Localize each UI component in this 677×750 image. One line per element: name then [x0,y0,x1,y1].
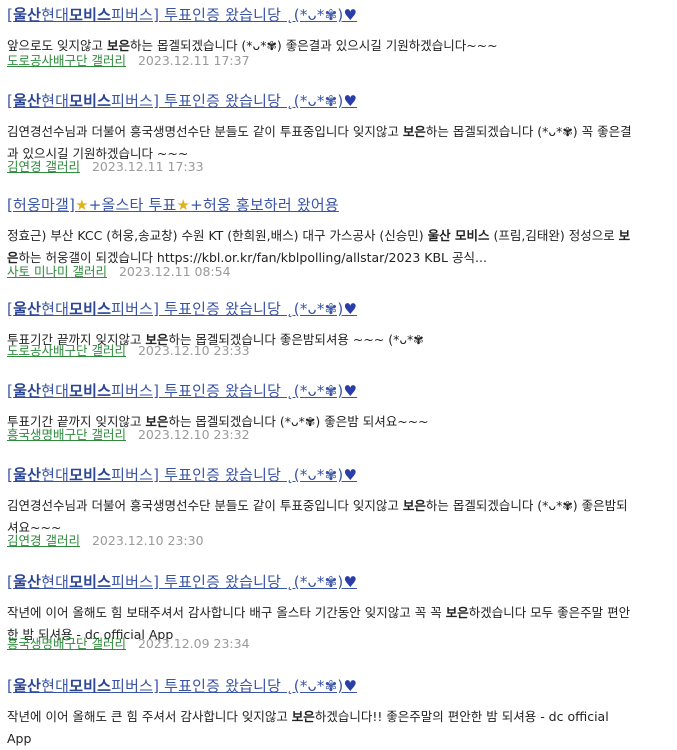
result-title-link[interactable]: [허웅마갤]★+올스타 투표★+허웅 홍보하러 왔어용 [7,194,339,216]
gallery-link[interactable]: 김연경 갤러리 [7,159,80,174]
gallery-link[interactable]: 흥국생명배구단 갤러리 [7,636,126,651]
title-segment: 피버스] 투표인증 왔습니당 [111,300,287,318]
result-title-link[interactable]: [울산현대모비스피버스] 투표인증 왔습니당 ˛(*ᴗ*✾)♥ [7,380,357,402]
title-segment: 현대 [41,466,70,484]
snippet-text: 정효근) 부산 KCC (허웅,송교창) 수원 KT (한희원,배스) 대구 가… [7,228,428,243]
heart-icon: ♥ [343,573,358,591]
post-date: 2023.12.10 23:30 [91,533,204,548]
snippet-text: 작년에 이어 올해도 힘 보태주셔서 감사합니다 배구 올스타 기간동안 잊지않… [7,605,446,620]
title-segment: 울산 [13,382,42,400]
title-segment: 모비스 [69,382,112,400]
title-segment: 울산 [13,6,42,24]
title-segment: 모비스 [69,573,112,591]
result-snippet: 작년에 이어 올해도 큰 힘 주셔서 감사합니다 잊지않고 보은하겠습니다!! … [7,706,635,750]
title-segment: ˛(*ᴗ*✾) [286,573,344,591]
post-date: 2023.12.11 17:37 [137,53,250,68]
title-segment: 현대 [41,92,70,110]
title-segment: 현대 [41,6,70,24]
result-meta: 김연경 갤러리 2023.12.11 17:33 [7,157,204,177]
snippet-keyword: 보은 [402,498,426,513]
title-segment: 모비스 [69,6,112,24]
snippet-text: 김연경선수님과 더불어 흥국생명선수단 분들도 같이 투표중입니다 잊지않고 [7,498,403,513]
title-segment: 피버스] 투표인증 왔습니당 [111,92,287,110]
title-segment: 모비스 [69,677,112,695]
title-segment: 울산 [13,573,42,591]
gallery-link[interactable]: 도로공사배구단 갤러리 [7,53,126,68]
heart-icon: ♥ [343,92,358,110]
title-segment: +허웅 홍보하러 왔어용 [190,196,339,214]
title-segment: 모비스 [69,92,112,110]
gallery-link[interactable]: 김연경 갤러리 [7,533,80,548]
result-title-link[interactable]: [울산현대모비스피버스] 투표인증 왔습니당 ˛(*ᴗ*✾)♥ [7,4,357,26]
title-segment: ˛(*ᴗ*✾) [286,677,344,695]
snippet-keyword: 보은 [291,709,315,724]
heart-icon: ♥ [343,382,358,400]
result-meta: 도로공사배구단 갤러리 2023.12.11 17:37 [7,51,250,71]
snippet-text: 작년에 이어 올해도 큰 힘 주셔서 감사합니다 잊지않고 [7,709,292,724]
title-segment: 피버스] 투표인증 왔습니당 [111,677,287,695]
post-date: 2023.12.10 23:33 [137,343,250,358]
star-icon: ★ [176,196,191,214]
gallery-link[interactable]: 도로공사배구단 갤러리 [7,343,126,358]
result-meta: 사토 미나미 갤러리 2023.12.11 08:54 [7,262,231,282]
title-segment: ˛(*ᴗ*✾) [286,382,344,400]
title-segment: 울산 [13,300,42,318]
gallery-link[interactable]: 흥국생명배구단 갤러리 [7,427,126,442]
snippet-keyword: 울산 모비스 [427,228,490,243]
result-title-link[interactable]: [울산현대모비스피버스] 투표인증 왔습니당 ˛(*ᴗ*✾)♥ [7,571,357,593]
result-meta: 도로공사배구단 갤러리 2023.12.10 23:33 [7,341,250,361]
title-segment: +올스타 투표 [88,196,177,214]
title-segment: 현대 [41,677,70,695]
result-title-link[interactable]: [울산현대모비스피버스] 투표인증 왔습니당 ˛(*ᴗ*✾)♥ [7,464,357,486]
post-date: 2023.12.11 08:54 [118,264,231,279]
result-title-link[interactable]: [울산현대모비스피버스] 투표인증 왔습니당 ˛(*ᴗ*✾)♥ [7,675,357,697]
heart-icon: ♥ [343,677,358,695]
title-segment: 울산 [13,677,42,695]
snippet-text: (프림,김태완) 정성으로 [489,228,619,243]
title-segment: 현대 [41,382,70,400]
title-segment: 울산 [13,466,42,484]
title-segment: ˛(*ᴗ*✾) [286,6,344,24]
title-segment: 현대 [41,300,70,318]
title-segment: ˛(*ᴗ*✾) [286,92,344,110]
title-segment: ˛(*ᴗ*✾) [286,300,344,318]
snippet-text: 김연경선수님과 더불어 흥국생명선수단 분들도 같이 투표중입니다 잊지않고 [7,124,403,139]
title-segment: 현대 [41,573,70,591]
result-meta: 김연경 갤러리 2023.12.10 23:30 [7,531,204,551]
title-segment: [허웅마갤] [7,196,76,214]
result-title-link[interactable]: [울산현대모비스피버스] 투표인증 왔습니당 ˛(*ᴗ*✾)♥ [7,90,357,112]
title-segment: 울산 [13,92,42,110]
title-segment: 피버스] 투표인증 왔습니당 [111,466,287,484]
snippet-keyword: 보은 [402,124,426,139]
gallery-link[interactable]: 사토 미나미 갤러리 [7,264,107,279]
heart-icon: ♥ [343,300,358,318]
post-date: 2023.12.10 23:32 [137,427,250,442]
title-segment: ˛(*ᴗ*✾) [286,466,344,484]
title-segment: 모비스 [69,466,112,484]
post-date: 2023.12.11 17:33 [91,159,204,174]
title-segment: 피버스] 투표인증 왔습니당 [111,6,287,24]
heart-icon: ♥ [343,6,358,24]
result-meta: 흥국생명배구단 갤러리 2023.12.10 23:32 [7,425,250,445]
result-meta: 흥국생명배구단 갤러리 2023.12.09 23:34 [7,634,250,654]
snippet-keyword: 보은 [445,605,469,620]
title-segment: 모비스 [69,300,112,318]
title-segment: 피버스] 투표인증 왔습니당 [111,573,287,591]
post-date: 2023.12.09 23:34 [137,636,250,651]
result-title-link[interactable]: [울산현대모비스피버스] 투표인증 왔습니당 ˛(*ᴗ*✾)♥ [7,298,357,320]
heart-icon: ♥ [343,466,358,484]
star-icon: ★ [75,196,89,214]
title-segment: 피버스] 투표인증 왔습니당 [111,382,287,400]
